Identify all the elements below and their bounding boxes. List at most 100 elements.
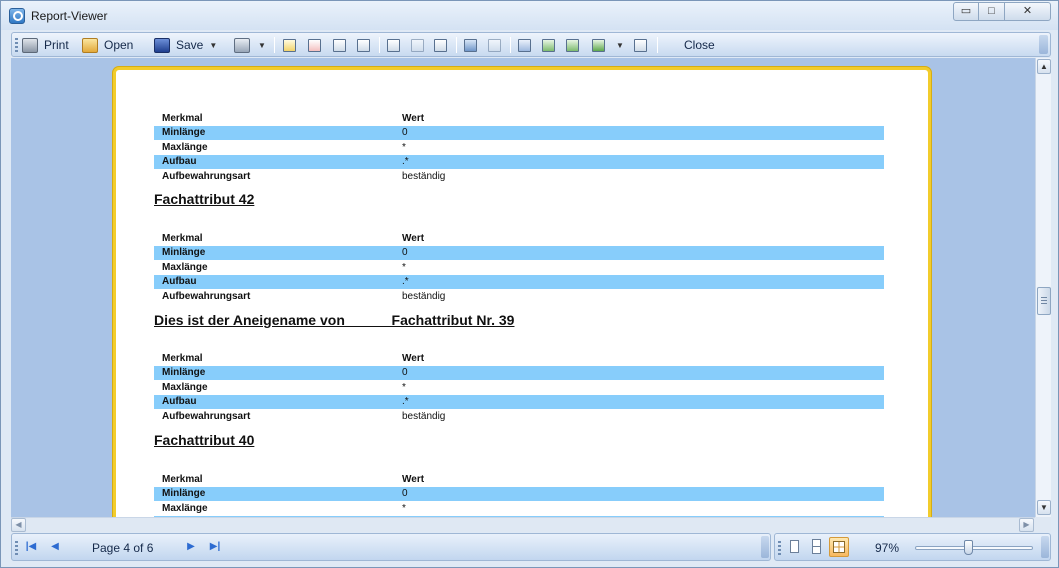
- printer-icon: [22, 37, 38, 53]
- find-text-icon: [488, 39, 501, 52]
- toolbar-separator: [379, 37, 380, 53]
- save-button[interactable]: Save ▼: [154, 36, 217, 54]
- horizontal-scrollbar[interactable]: ◀ ▶: [11, 517, 1035, 532]
- page-layout-icon[interactable]: [634, 39, 647, 52]
- scroll-up-button[interactable]: ▲: [1037, 59, 1051, 74]
- row-key: Aufbau: [162, 276, 197, 287]
- row-key: Maxlänge: [162, 262, 208, 273]
- scrollbar-corner: [1035, 517, 1051, 532]
- print-label: Print: [44, 38, 69, 52]
- multi-page-mode-button[interactable]: [829, 537, 849, 557]
- column-header-wert: Wert: [402, 233, 425, 244]
- continuous-pages-icon: [812, 539, 821, 554]
- main-toolbar: Print Open Save ▼ ▼ ▼ Close: [11, 32, 1051, 57]
- zoom-slider-thumb[interactable]: [963, 540, 973, 555]
- open-button[interactable]: Open: [82, 36, 133, 54]
- row-key: Maxlänge: [162, 142, 208, 153]
- toolbar-grip-icon[interactable]: [15, 38, 18, 52]
- column-header-merkmal: Merkmal: [162, 353, 203, 364]
- row-value: .*: [402, 396, 409, 407]
- column-header-wert: Wert: [402, 113, 425, 124]
- navbar-overflow-button[interactable]: [761, 536, 769, 558]
- print-button[interactable]: Print: [22, 36, 69, 54]
- row-key: Maxlänge: [162, 503, 208, 514]
- help-icon: [411, 39, 424, 52]
- single-page-icon: [790, 540, 799, 553]
- multiple-pages-icon[interactable]: [592, 39, 605, 52]
- column-header-merkmal: Merkmal: [162, 474, 203, 485]
- whole-page-view-icon[interactable]: [566, 39, 579, 52]
- row-key: Aufbau: [162, 396, 197, 407]
- section-title: Fachattribut 42: [154, 191, 255, 207]
- scroll-down-button[interactable]: ▼: [1037, 500, 1051, 515]
- row-key: Minlänge: [162, 488, 206, 499]
- last-page-icon[interactable]: ▶|: [208, 540, 222, 554]
- zoombar-overflow-button[interactable]: [1041, 536, 1049, 558]
- toolbar-separator: [657, 37, 658, 53]
- close-window-button[interactable]: ✕: [1004, 2, 1051, 21]
- page-width-view-icon[interactable]: [542, 39, 555, 52]
- chevron-down-icon: ▼: [258, 40, 266, 50]
- toolbar-separator: [274, 37, 275, 53]
- table-row: Maxlänge *: [154, 502, 884, 516]
- view-zoom-bar: 97%: [774, 533, 1051, 561]
- column-header-merkmal: Merkmal: [162, 113, 203, 124]
- table-row: Minlänge 0: [154, 246, 884, 260]
- section-title: Fachattribut 40: [154, 432, 255, 448]
- table-row: Aufbewahrungsart beständig: [154, 410, 884, 424]
- find-binoculars-icon[interactable]: [464, 39, 477, 52]
- navbar-grip-icon[interactable]: [15, 541, 18, 555]
- toolbar-separator: [456, 37, 457, 53]
- table-row: Minlänge 0: [154, 126, 884, 140]
- first-page-icon[interactable]: |◀: [24, 540, 38, 554]
- zoombar-grip-icon[interactable]: [778, 541, 781, 555]
- report-viewer-app-icon: [9, 8, 25, 24]
- row-value: *: [402, 262, 406, 273]
- row-value: 0: [402, 127, 408, 138]
- table-header-row: Merkmal Wert: [154, 352, 884, 366]
- row-value: *: [402, 142, 406, 153]
- vertical-scroll-thumb[interactable]: [1037, 287, 1051, 315]
- row-value: beständig: [402, 171, 446, 182]
- new-document-icon[interactable]: [283, 39, 296, 52]
- previous-page-icon[interactable]: ◀: [48, 540, 62, 554]
- delete-page-icon[interactable]: [308, 39, 321, 52]
- table-row: Maxlänge *: [154, 381, 884, 395]
- page-indicator: Page 4 of 6: [92, 541, 154, 555]
- export-menu-button[interactable]: ▼: [234, 36, 266, 54]
- table-of-contents-icon[interactable]: [434, 39, 447, 52]
- minimize-button[interactable]: ▭: [953, 2, 979, 21]
- scroll-left-button[interactable]: ◀: [11, 518, 26, 532]
- page-setup-icon[interactable]: [357, 39, 370, 52]
- folder-open-icon: [82, 37, 98, 53]
- header-footer-icon[interactable]: [387, 39, 400, 52]
- single-page-view-icon[interactable]: [518, 39, 531, 52]
- table-row: Aufbewahrungsart beständig: [154, 290, 884, 304]
- window-title: Report-Viewer: [31, 9, 108, 23]
- next-page-icon[interactable]: ▶: [184, 540, 198, 554]
- chevron-down-icon[interactable]: ▼: [616, 41, 624, 50]
- row-key: Aufbewahrungsart: [162, 291, 251, 302]
- close-label: Close: [684, 38, 715, 52]
- maximize-button[interactable]: □: [978, 2, 1005, 21]
- close-report-button[interactable]: Close: [684, 36, 715, 54]
- report-canvas[interactable]: Merkmal Wert Minlänge 0 Maxlänge * Aufba…: [11, 58, 1035, 517]
- row-key: Minlänge: [162, 247, 206, 258]
- single-page-mode-button[interactable]: [785, 537, 805, 557]
- table-row: Aufbau .*: [154, 395, 884, 409]
- save-label: Save: [176, 38, 204, 52]
- zoom-slider[interactable]: [915, 546, 1033, 550]
- row-value: 0: [402, 247, 408, 258]
- page-navigation-bar: |◀ ◀ Page 4 of 6 ▶ ▶|: [11, 533, 771, 561]
- edit-page-icon[interactable]: [333, 39, 346, 52]
- scroll-right-button[interactable]: ▶: [1019, 518, 1034, 532]
- row-key: Aufbewahrungsart: [162, 171, 251, 182]
- continuous-mode-button[interactable]: [807, 537, 827, 557]
- vertical-scrollbar[interactable]: ▲ ▼: [1035, 58, 1051, 517]
- report-page: Merkmal Wert Minlänge 0 Maxlänge * Aufba…: [113, 67, 931, 517]
- export-icon: [234, 37, 250, 53]
- row-value: beständig: [402, 291, 446, 302]
- toolbar-overflow-button[interactable]: [1039, 35, 1048, 54]
- report-viewer-window: Report-Viewer ▭ □ ✕ Print Open Save ▼ ▼: [0, 0, 1059, 568]
- open-label: Open: [104, 38, 134, 52]
